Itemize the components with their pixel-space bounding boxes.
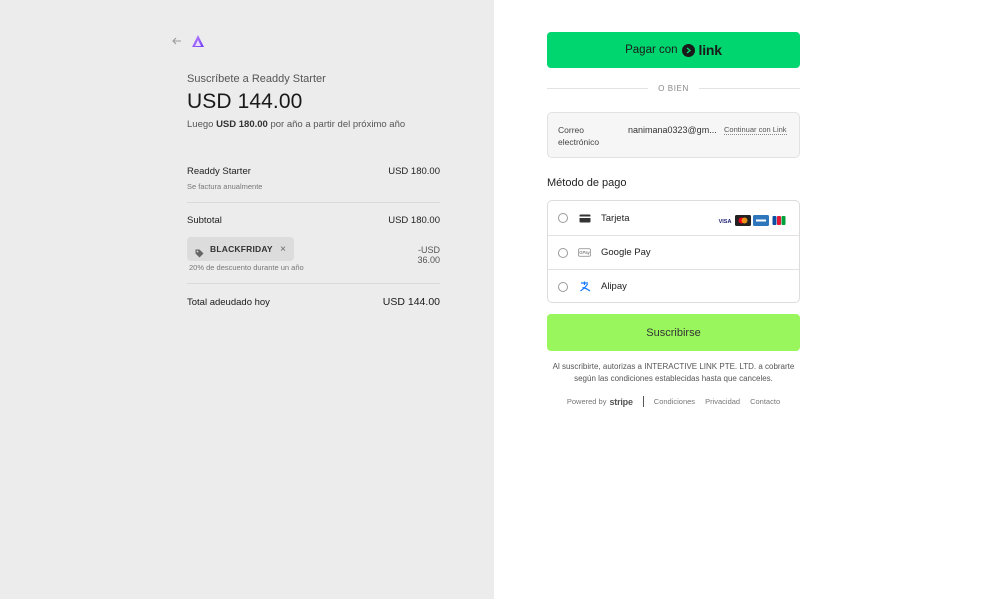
readdy-logo-icon[interactable] <box>190 33 206 49</box>
coupon-chip: BLACKFRIDAY × <box>187 237 294 261</box>
renewal-suffix: por año a partir del próximo año <box>270 119 406 130</box>
total-label: Total adeudado hoy <box>187 297 270 308</box>
contact-link[interactable]: Contacto <box>750 397 780 406</box>
line-item-price: USD 180.00 <box>388 166 440 177</box>
total-value: USD 144.00 <box>382 296 440 308</box>
coupon-code: BLACKFRIDAY <box>210 244 273 254</box>
renewal-note: Luego USD 180.00 por año a partir del pr… <box>187 119 405 130</box>
subtotal-value: USD 180.00 <box>388 215 440 226</box>
radio-alipay[interactable] <box>558 281 568 292</box>
payment-option-google-pay[interactable]: GPay Google Pay <box>548 235 799 269</box>
nav-header <box>172 33 206 49</box>
privacy-link[interactable]: Privacidad <box>705 397 740 406</box>
email-value: nanimana0323@gm... <box>628 125 717 135</box>
email-label: Correo electrónico <box>558 125 600 147</box>
link-logo-icon <box>681 43 695 57</box>
pay-with-link-button[interactable]: Pagar con link <box>547 32 800 68</box>
or-line <box>698 88 800 89</box>
subtotal-label: Subtotal <box>187 215 222 226</box>
back-arrow-icon[interactable] <box>172 34 184 48</box>
divider <box>187 202 440 203</box>
credit-card-icon <box>578 213 591 224</box>
price-today: USD 144.00 <box>187 90 303 113</box>
payment-method-title: Método de pago <box>547 177 627 189</box>
subscribe-label: Suscríbete a Readdy Starter <box>187 73 326 85</box>
renewal-prefix: Luego <box>187 119 214 130</box>
coupon-discount: -USD 36.00 <box>417 245 440 265</box>
mastercard-icon <box>735 213 751 226</box>
svg-text:GPay: GPay <box>579 250 590 255</box>
terms-link[interactable]: Condiciones <box>654 397 695 406</box>
alipay-icon <box>578 281 591 292</box>
email-field[interactable]: Correo electrónico nanimana0323@gm... Co… <box>547 112 800 158</box>
pay-with-link-label: Pagar con <box>625 44 678 56</box>
powered-by-label: Powered by <box>566 397 607 406</box>
link-brand: link <box>698 42 723 58</box>
jcb-icon <box>771 213 787 226</box>
radio-google-pay[interactable] <box>558 247 568 258</box>
google-pay-icon: GPay <box>578 247 591 258</box>
subtotal-row: Subtotal USD 180.00 <box>187 215 440 226</box>
payment-option-label: Google Pay <box>601 247 651 258</box>
line-item: Readdy Starter USD 180.00 <box>187 166 440 177</box>
coupon-note: 20% de descuento durante un año <box>189 263 304 272</box>
subscribe-button[interactable]: Suscribirse <box>547 314 800 351</box>
total-row: Total adeudado hoy USD 144.00 <box>187 296 440 308</box>
footer: Powered by stripe Condiciones Privacidad… <box>547 396 800 407</box>
card-brands: VISA <box>717 213 787 226</box>
or-divider: O BIEN <box>547 84 800 93</box>
remove-coupon-icon[interactable]: × <box>280 244 286 255</box>
amex-icon <box>753 213 769 226</box>
payment-option-card[interactable]: Tarjeta VISA <box>548 201 799 235</box>
or-line <box>547 88 649 89</box>
legal-text: Al suscribirte, autorizas a INTERACTIVE … <box>552 362 795 383</box>
tag-icon <box>195 245 204 257</box>
or-label: O BIEN <box>658 84 689 93</box>
renewal-amount: USD 180.00 <box>216 119 268 130</box>
payment-option-alipay[interactable]: Alipay <box>548 269 799 303</box>
stripe-brand: stripe <box>609 396 633 407</box>
svg-text:VISA: VISA <box>719 219 732 225</box>
payment-option-label: Tarjeta <box>601 212 630 224</box>
order-summary-panel: Suscríbete a Readdy Starter USD 144.00 L… <box>0 0 494 599</box>
divider <box>187 283 440 284</box>
footer-separator <box>642 396 644 407</box>
footer-links: Condiciones Privacidad Contacto <box>654 397 780 406</box>
line-item-name: Readdy Starter <box>187 166 251 177</box>
line-item-billing: Se factura anualmente <box>187 182 263 191</box>
visa-icon: VISA <box>717 213 733 226</box>
radio-card[interactable] <box>558 213 568 223</box>
payment-option-label: Alipay <box>601 281 627 292</box>
powered-by-stripe[interactable]: Powered by stripe <box>567 397 633 407</box>
payment-methods-list: Tarjeta VISA GPay Google Pay Alipay <box>547 200 800 303</box>
continue-with-link[interactable]: Continuar con Link <box>724 125 787 135</box>
